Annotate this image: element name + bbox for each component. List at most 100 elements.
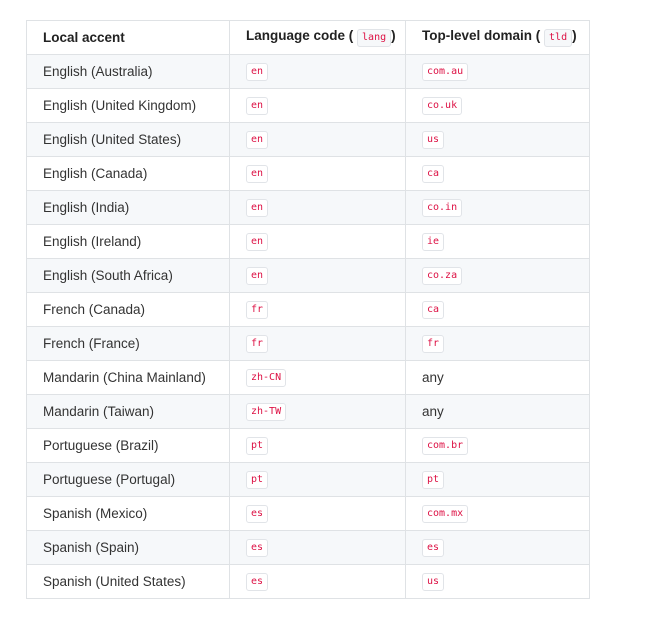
cell-language-code: pt bbox=[229, 428, 406, 463]
table-row: English (United States) en us bbox=[26, 122, 590, 157]
top-level-domain-code: es bbox=[422, 539, 445, 557]
cell-local-accent: French (France) bbox=[26, 326, 230, 361]
cell-local-accent: English (Ireland) bbox=[26, 224, 230, 259]
cell-top-level-domain: com.br bbox=[405, 428, 590, 463]
cell-local-accent: Mandarin (China Mainland) bbox=[26, 360, 230, 395]
top-level-domain-code: fr bbox=[422, 335, 445, 353]
cell-top-level-domain: com.mx bbox=[405, 496, 590, 531]
cell-language-code: en bbox=[229, 156, 406, 191]
local-accent-text: Spanish (Spain) bbox=[43, 540, 140, 555]
language-code: fr bbox=[246, 301, 269, 319]
cell-top-level-domain: ca bbox=[405, 156, 590, 191]
cell-language-code: en bbox=[229, 258, 406, 293]
cell-local-accent: Portuguese (Portugal) bbox=[26, 462, 230, 497]
cell-language-code: es bbox=[229, 496, 406, 531]
language-code: en bbox=[246, 199, 269, 217]
local-accent-text: Portuguese (Portugal) bbox=[43, 472, 176, 487]
language-code: en bbox=[246, 97, 269, 115]
language-code: en bbox=[246, 233, 269, 251]
language-code: es bbox=[246, 539, 269, 557]
cell-language-code: en bbox=[229, 224, 406, 259]
local-accent-text: Spanish (Mexico) bbox=[43, 506, 148, 521]
header-language-code: Language code ( lang) bbox=[229, 20, 406, 55]
top-level-domain-code: co.uk bbox=[422, 97, 463, 115]
top-level-domain-code: co.za bbox=[422, 267, 463, 285]
cell-language-code: zh-CN bbox=[229, 360, 406, 395]
table-body: English (Australia) en com.au English (Unit… bbox=[26, 54, 590, 599]
table-row: English (Canada) en ca bbox=[26, 156, 590, 191]
table-row: Spanish (Mexico) es com.mx bbox=[26, 496, 590, 531]
cell-local-accent: English (United States) bbox=[26, 122, 230, 157]
table-row: English (Ireland) en ie bbox=[26, 224, 590, 259]
table-row: English (Australia) en com.au bbox=[26, 54, 590, 89]
header-tld-close: ) bbox=[572, 28, 577, 43]
table-row: Portuguese (Portugal) pt pt bbox=[26, 462, 590, 497]
language-code: es bbox=[246, 505, 269, 523]
language-code: en bbox=[246, 63, 269, 81]
table-row: Spanish (Spain) es es bbox=[26, 530, 590, 565]
table-row: English (India) en co.in bbox=[26, 190, 590, 225]
cell-top-level-domain: us bbox=[405, 564, 590, 599]
header-lang-code: lang bbox=[357, 29, 392, 47]
local-accent-text: English (Ireland) bbox=[43, 234, 142, 249]
cell-language-code: en bbox=[229, 122, 406, 157]
language-code: zh-TW bbox=[246, 403, 287, 421]
cell-top-level-domain: us bbox=[405, 122, 590, 157]
top-level-domain-code: com.mx bbox=[422, 505, 469, 523]
cell-language-code: fr bbox=[229, 292, 406, 327]
cell-language-code: es bbox=[229, 564, 406, 599]
cell-local-accent: English (Australia) bbox=[26, 54, 230, 89]
language-code: fr bbox=[246, 335, 269, 353]
accent-table: Local accent Language code ( lang) Top-l… bbox=[26, 20, 590, 599]
cell-local-accent: English (Canada) bbox=[26, 156, 230, 191]
top-level-domain-code: us bbox=[422, 573, 445, 591]
language-code: pt bbox=[246, 471, 269, 489]
local-accent-text: Spanish (United States) bbox=[43, 574, 186, 589]
header-row: Local accent Language code ( lang) Top-l… bbox=[26, 20, 590, 55]
cell-top-level-domain: ca bbox=[405, 292, 590, 327]
top-level-domain-code: com.au bbox=[422, 63, 469, 81]
local-accent-text: Mandarin (Taiwan) bbox=[43, 404, 155, 419]
language-code: en bbox=[246, 267, 269, 285]
cell-top-level-domain: co.in bbox=[405, 190, 590, 225]
header-tld-code: tld bbox=[544, 29, 573, 47]
cell-language-code: en bbox=[229, 190, 406, 225]
cell-top-level-domain: com.au bbox=[405, 54, 590, 89]
table-row: Mandarin (China Mainland) zh-CN any bbox=[26, 360, 590, 395]
cell-top-level-domain: es bbox=[405, 530, 590, 565]
cell-top-level-domain: pt bbox=[405, 462, 590, 497]
cell-language-code: en bbox=[229, 88, 406, 123]
top-level-domain-code: ca bbox=[422, 301, 445, 319]
language-code: pt bbox=[246, 437, 269, 455]
table-row: French (France) fr fr bbox=[26, 326, 590, 361]
header-local-accent: Local accent bbox=[26, 20, 230, 55]
local-accent-text: English (Canada) bbox=[43, 166, 148, 181]
language-code: en bbox=[246, 165, 269, 183]
local-accent-text: English (United Kingdom) bbox=[43, 98, 197, 113]
table-row: Mandarin (Taiwan) zh-TW any bbox=[26, 394, 590, 429]
table-row: Portuguese (Brazil) pt com.br bbox=[26, 428, 590, 463]
cell-top-level-domain: co.uk bbox=[405, 88, 590, 123]
cell-language-code: pt bbox=[229, 462, 406, 497]
table-row: Spanish (United States) es us bbox=[26, 564, 590, 599]
cell-language-code: zh-TW bbox=[229, 394, 406, 429]
top-level-domain-code: co.in bbox=[422, 199, 463, 217]
local-accent-text: English (Australia) bbox=[43, 64, 153, 79]
cell-local-accent: English (South Africa) bbox=[26, 258, 230, 293]
cell-language-code: es bbox=[229, 530, 406, 565]
language-code: zh-CN bbox=[246, 369, 287, 387]
local-accent-text: Portuguese (Brazil) bbox=[43, 438, 159, 453]
top-level-domain-text: any bbox=[422, 404, 444, 419]
header-top-level-domain: Top-level domain ( tld) bbox=[405, 20, 590, 55]
local-accent-text: Mandarin (China Mainland) bbox=[43, 370, 206, 385]
table-header: Local accent Language code ( lang) Top-l… bbox=[26, 20, 590, 55]
header-tld-label: Top-level domain ( bbox=[422, 28, 541, 43]
cell-top-level-domain: any bbox=[405, 394, 590, 429]
cell-top-level-domain: ie bbox=[405, 224, 590, 259]
header-language-code-close: ) bbox=[391, 28, 396, 43]
accent-table-container: Local accent Language code ( lang) Top-l… bbox=[26, 20, 590, 599]
local-accent-text: English (South Africa) bbox=[43, 268, 173, 283]
cell-local-accent: French (Canada) bbox=[26, 292, 230, 327]
cell-local-accent: Mandarin (Taiwan) bbox=[26, 394, 230, 429]
header-language-code-label: Language code ( bbox=[246, 28, 354, 43]
